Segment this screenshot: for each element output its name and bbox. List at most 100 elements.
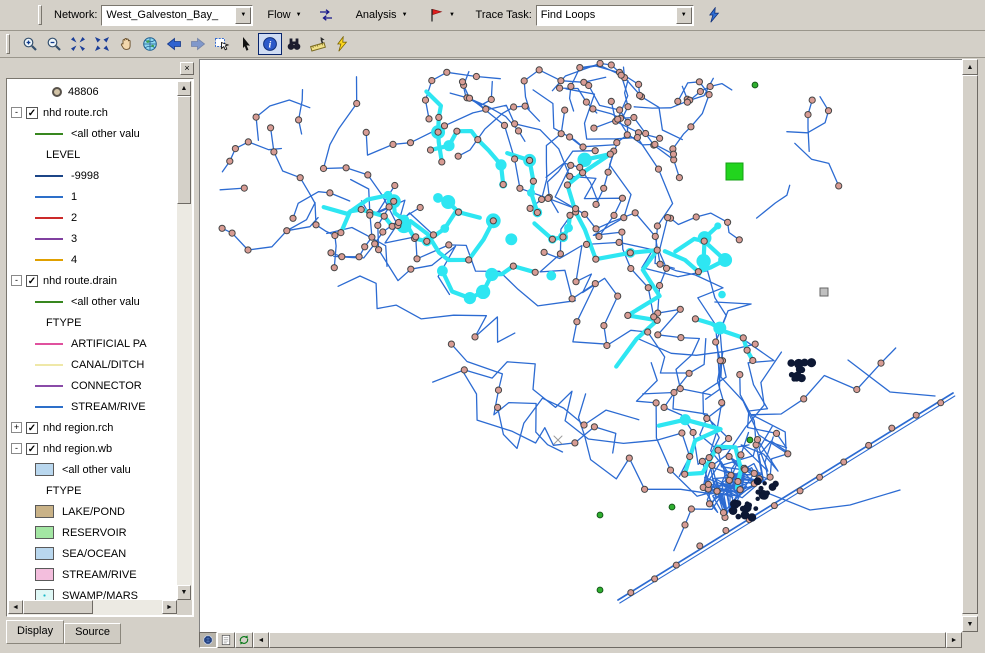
map-vertical-scrollbar[interactable]: ▲ ▼	[962, 59, 978, 632]
pan-button[interactable]	[114, 33, 138, 55]
scroll-up-icon[interactable]: ▲	[177, 81, 191, 96]
map-viewport[interactable]	[199, 59, 962, 632]
legend-row: -9998	[8, 165, 177, 186]
back-extent-button[interactable]	[162, 33, 186, 55]
scroll-right-icon[interactable]: ►	[162, 600, 177, 614]
map-horizontal-scrollbar[interactable]: ◄ ►	[199, 632, 962, 648]
toc-vertical-scrollbar[interactable]: ▲ ▼	[177, 81, 192, 600]
line-symbol	[35, 300, 65, 303]
refresh-view-button[interactable]	[235, 632, 253, 648]
legend-row: 3	[8, 228, 177, 249]
scroll-left-icon[interactable]: ◄	[8, 600, 23, 614]
chevron-down-icon[interactable]: ▼	[235, 6, 252, 24]
hyperlink-button[interactable]	[330, 33, 354, 55]
layer-name: nhd route.rch	[43, 106, 108, 119]
layout-view-button[interactable]	[217, 632, 235, 648]
map-canvas[interactable]	[200, 60, 963, 633]
fixed-zoom-out-button[interactable]	[90, 33, 114, 55]
measure-button[interactable]	[306, 33, 330, 55]
flow-menu-label: Flow	[267, 9, 291, 21]
line-symbol	[35, 363, 65, 366]
legend-row: 4	[8, 249, 177, 270]
chevron-down-icon[interactable]: ▼	[675, 6, 692, 24]
data-view-button[interactable]	[199, 632, 217, 648]
find-button[interactable]	[282, 33, 306, 55]
chevron-down-icon: ▼	[401, 12, 408, 18]
tab-source[interactable]: Source	[64, 623, 121, 644]
flow-display-arrows-button[interactable]	[312, 3, 340, 27]
network-combo-value: West_Galveston_Bay_	[106, 9, 219, 21]
scroll-up-icon[interactable]: ▲	[962, 59, 978, 75]
line-symbol	[35, 384, 65, 387]
collapse-icon[interactable]: -	[11, 107, 22, 118]
collapse-icon[interactable]: -	[11, 443, 22, 454]
zoom-out-button[interactable]	[42, 33, 66, 55]
solve-button[interactable]	[700, 3, 728, 27]
flow-menu-button[interactable]: Flow ▼	[261, 6, 307, 24]
legend-label: 4	[71, 253, 78, 266]
expand-icon[interactable]: +	[11, 422, 22, 433]
close-icon[interactable]: ×	[180, 62, 194, 75]
legend-row: CONNECTOR	[8, 375, 177, 396]
legend-label: SEA/OCEAN	[62, 547, 127, 560]
network-label: Network:	[54, 9, 98, 21]
layer-row[interactable]: - ✓ nhd region.wb	[8, 438, 177, 459]
line-symbol	[35, 195, 65, 198]
flag-tool-button[interactable]: ▼	[424, 3, 460, 27]
identify-button[interactable]: i	[258, 33, 282, 55]
scroll-down-icon[interactable]: ▼	[177, 585, 191, 600]
patch-symbol	[35, 568, 54, 581]
network-combo[interactable]: West_Galveston_Bay_ ▼	[101, 4, 254, 26]
toc-tabs: Display Source	[6, 620, 121, 646]
view-buttons	[199, 632, 253, 648]
toolbar-grip[interactable]	[6, 34, 10, 54]
select-features-button[interactable]	[210, 33, 234, 55]
layer-name: nhd region.wb	[43, 442, 113, 455]
tab-display[interactable]: Display	[6, 620, 65, 644]
tools-icon-group: i	[18, 33, 354, 55]
scroll-left-icon[interactable]: ◄	[253, 632, 269, 648]
fixed-out-icon	[94, 36, 110, 52]
line-symbol	[35, 132, 65, 135]
scrollbar-thumb[interactable]	[23, 600, 93, 614]
toc-header[interactable]: ×	[4, 60, 196, 77]
collapse-icon[interactable]: -	[11, 275, 22, 286]
layer-checkbox[interactable]: ✓	[26, 421, 38, 434]
layer-checkbox[interactable]: ✓	[26, 442, 38, 455]
layer-row[interactable]: - ✓ nhd route.rch	[8, 102, 177, 123]
zoom-out-icon	[46, 36, 62, 52]
scroll-right-icon[interactable]: ►	[946, 632, 962, 648]
scrollbar-thumb[interactable]	[962, 75, 978, 614]
toc-horizontal-scrollbar[interactable]: ◄ ►	[8, 600, 177, 615]
svg-text:i: i	[269, 41, 272, 51]
legend-row: <all other valu	[8, 459, 177, 480]
layer-row[interactable]: - ✓ nhd route.drain	[8, 270, 177, 291]
line-symbol	[35, 216, 65, 219]
flow-arrows-icon	[318, 7, 334, 23]
legend-label: <all other valu	[62, 463, 131, 476]
scrollbar-thumb[interactable]	[177, 96, 191, 204]
analysis-menu-button[interactable]: Analysis ▼	[350, 6, 414, 24]
identify-icon: i	[262, 36, 278, 52]
zoom-in-icon	[22, 36, 38, 52]
select-elements-button[interactable]	[234, 33, 258, 55]
legend-row: CANAL/DITCH	[8, 354, 177, 375]
zoom-in-button[interactable]	[18, 33, 42, 55]
legend-row: LAKE/POND	[8, 501, 177, 522]
forward-extent-button[interactable]	[186, 33, 210, 55]
full-extent-button[interactable]	[138, 33, 162, 55]
legend-label: <all other valu	[71, 127, 140, 140]
layer-checkbox[interactable]: ✓	[26, 106, 38, 119]
layer-checkbox[interactable]: ✓	[26, 274, 38, 287]
trace-task-combo[interactable]: Find Loops ▼	[535, 4, 694, 26]
trace-task-value: Find Loops	[540, 9, 596, 21]
layer-row[interactable]: + ✓ nhd region.rch	[8, 417, 177, 438]
scroll-down-icon[interactable]: ▼	[962, 616, 978, 632]
toc-panel: 48806- ✓ nhd route.rch <all other valu LEVEL…	[6, 78, 194, 617]
table-of-contents: × 48806- ✓ nhd route.rch <all other valu LEV…	[4, 60, 196, 648]
legend-row: ARTIFICIAL PA	[8, 333, 177, 354]
scrollbar-thumb[interactable]	[269, 632, 946, 648]
scrollbar-corner	[177, 600, 192, 615]
fixed-zoom-in-button[interactable]	[66, 33, 90, 55]
toolbar-grip[interactable]	[38, 5, 42, 25]
